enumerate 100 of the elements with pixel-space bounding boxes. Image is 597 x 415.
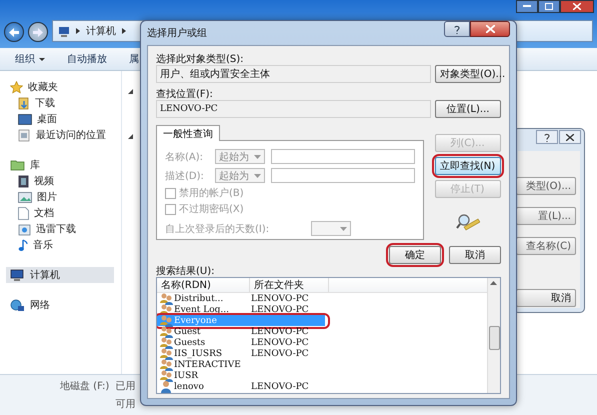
user-group-icon [159, 369, 173, 382]
minimize-icon [523, 5, 531, 8]
sidebar-item[interactable]: 网络 [6, 297, 114, 313]
breadcrumb-item[interactable]: 计算机 [86, 24, 116, 38]
sidebar-item[interactable]: 音乐 [6, 237, 114, 253]
dialog-button[interactable]: 查名称(C) [516, 237, 576, 255]
sidebar-item[interactable]: 收藏夹 [6, 79, 114, 95]
user-group-icon [159, 347, 173, 360]
readonly-field: LENOVO-PC [156, 100, 431, 118]
user-group-icon [159, 358, 173, 371]
ok-button[interactable]: 确定 [389, 246, 441, 264]
picture-icon [18, 192, 32, 202]
sidebar-item[interactable]: 文档 [6, 205, 114, 221]
sidebar-item[interactable]: 最近访问的位置 [6, 127, 114, 143]
maximize-button[interactable] [538, 0, 560, 13]
query-input[interactable] [271, 168, 415, 183]
query-label: 描述(D): [165, 170, 205, 182]
sidebar-item[interactable]: 桌面 [6, 111, 114, 127]
days-label: 自上次登录后的天数(I): [165, 222, 270, 236]
dialog-button[interactable]: 取消 [516, 289, 576, 307]
user-group-icon [159, 336, 173, 349]
maximize-icon [545, 3, 553, 10]
checkbox-label: 禁用的帐户(B) [179, 186, 244, 200]
account-name: IIS_IUSRS [174, 348, 222, 358]
result-row[interactable]: IUSR [157, 370, 325, 381]
cancel-button[interactable]: 取消 [449, 246, 501, 264]
sidebar-item[interactable]: 视频 [6, 173, 114, 189]
drive-name: 地磁盘 (F:) [60, 380, 110, 393]
result-row[interactable]: lenovo LENOVO-PC [157, 381, 325, 392]
forward-button[interactable] [28, 22, 48, 42]
field-label: 选择此对象类型(S): [156, 52, 245, 65]
user-group-icon [159, 314, 173, 327]
folder-name: LENOVO-PC [250, 338, 309, 348]
sidebar-item[interactable]: 计算机 [6, 267, 114, 283]
sidebar-item[interactable]: 迅雷下载 [6, 221, 114, 237]
result-row[interactable]: Distribut... LENOVO-PC [157, 293, 325, 304]
sidebar-item[interactable]: 库 [6, 157, 114, 173]
scrollbar[interactable] [487, 278, 500, 393]
help-button[interactable] [444, 21, 470, 37]
expand-triangle-icon [128, 134, 133, 139]
recent-places-icon [18, 128, 31, 142]
library-icon [10, 159, 25, 171]
account-name: Everyone [174, 316, 217, 326]
result-row[interactable]: INTERACTIVE [157, 359, 325, 370]
account-name: lenovo [174, 382, 204, 392]
expand-triangle-icon [128, 89, 133, 94]
dialog-button[interactable]: 置(L)... [516, 207, 576, 225]
toolbar-button[interactable]: 自动播放 [67, 52, 107, 66]
toolbar-button[interactable]: 组织 [15, 52, 45, 66]
scroll-up-icon[interactable] [490, 281, 497, 285]
account-name: Guests [174, 338, 206, 348]
back-arrow-icon [9, 28, 19, 36]
user-group-icon [159, 292, 173, 305]
help-icon [544, 132, 550, 142]
account-name: Guest [174, 326, 201, 336]
toolbar-button[interactable]: 属 [129, 52, 139, 66]
chevron-icon [76, 28, 80, 34]
close-button[interactable] [470, 21, 510, 37]
music-note-icon [18, 238, 28, 252]
column-header[interactable]: 名称(RDN) [157, 278, 250, 292]
close-button[interactable] [559, 130, 581, 144]
computer-icon [58, 26, 70, 36]
caret-icon [340, 226, 347, 230]
readonly-field: 用户、组或内置安全主体 [156, 65, 431, 83]
query-label: 名称(A): [165, 150, 204, 164]
result-row[interactable]: Guest LENOVO-PC [157, 326, 325, 337]
query-tab[interactable]: 一般性查询 [156, 125, 220, 141]
network-globe-icon [10, 298, 25, 312]
column-header[interactable]: 所在文件夹 [250, 278, 329, 292]
sidebar-item[interactable]: 图片 [6, 189, 114, 205]
account-name: Distribut... [174, 294, 224, 304]
scroll-thumb[interactable] [489, 326, 500, 350]
desktop-icon [18, 114, 32, 124]
minimize-button[interactable] [516, 0, 538, 13]
query-input[interactable] [271, 149, 415, 164]
folder-name: LENOVO-PC [250, 326, 309, 336]
caret-icon [254, 154, 261, 158]
computer-icon [10, 268, 25, 282]
result-row[interactable]: IIS_IUSRS LENOVO-PC [157, 348, 325, 359]
folder-name: LENOVO-PC [250, 382, 309, 392]
sidebar-item[interactable]: 下载 [6, 95, 114, 111]
close-button[interactable] [560, 0, 594, 13]
close-icon [566, 134, 574, 140]
checkbox-label: 不过期密码(X) [179, 202, 244, 216]
user-group-icon [159, 325, 173, 338]
dialog-button[interactable]: 类型(O)... [516, 177, 576, 195]
help-button[interactable] [536, 130, 558, 144]
folder-name: LENOVO-PC [250, 294, 309, 304]
folder-name: LENOVO-PC [250, 304, 309, 314]
drive-free-label: 可用 [115, 398, 136, 411]
user-icon [159, 380, 173, 393]
document-icon [18, 206, 29, 220]
dialog-button[interactable]: 位置(L)... [435, 100, 501, 118]
folder-name: LENOVO-PC [250, 348, 309, 358]
result-row[interactable]: Guests LENOVO-PC [157, 337, 325, 348]
back-button[interactable] [4, 22, 24, 42]
help-icon [454, 24, 460, 34]
star-icon [10, 80, 23, 94]
close-icon [573, 3, 581, 10]
caret-icon [254, 174, 261, 178]
